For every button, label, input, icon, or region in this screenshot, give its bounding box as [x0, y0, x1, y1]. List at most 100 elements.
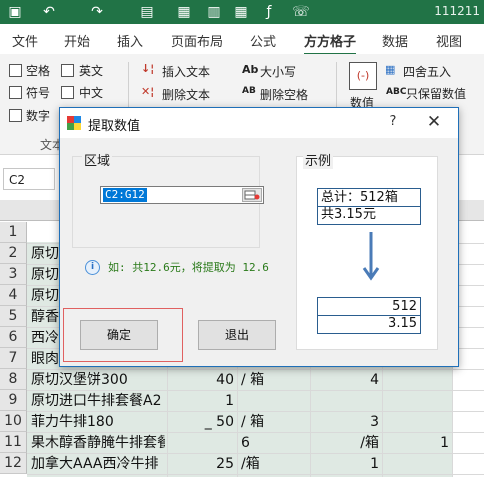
example-label: 示例 — [303, 150, 334, 169]
delete-text-icon: ✕¦ — [141, 85, 155, 98]
row-header[interactable]: 3 — [0, 264, 27, 285]
function-icon[interactable]: ƒ — [260, 3, 278, 21]
checkbox-number[interactable] — [9, 109, 22, 122]
example-before-1: 总计：512箱 — [317, 188, 421, 207]
app-icon — [67, 116, 81, 130]
grid-cell[interactable]: 1 — [168, 391, 234, 412]
grid-cell[interactable]: 25 — [168, 454, 234, 475]
grid-cell[interactable] — [168, 433, 234, 454]
checkbox-number-label: 数字 — [26, 109, 51, 123]
row-header[interactable]: 9 — [0, 390, 27, 411]
grid-cell[interactable]: 原切汉堡饼300 — [31, 370, 165, 391]
table-icon[interactable]: ▥ — [205, 3, 223, 21]
insert-text-icon: ↓¦ — [141, 62, 155, 75]
ok-button[interactable]: 确定 — [80, 320, 158, 350]
area-label: 区域 — [82, 150, 113, 169]
round-button[interactable]: 四舍五入 — [403, 63, 451, 80]
name-box[interactable]: C2 — [3, 168, 55, 190]
round-icon: ▦ — [385, 63, 396, 76]
grid-cell[interactable] — [241, 391, 307, 412]
checkbox-space[interactable] — [9, 64, 22, 77]
range-select-icon — [244, 190, 260, 200]
grid-icon[interactable]: ▦ — [175, 3, 193, 21]
grid-cell[interactable]: /箱 — [241, 454, 307, 475]
tab-fangfang[interactable]: 方方格子 — [304, 31, 357, 55]
extract-value-dialog: 提取数值 ? ✕ 区域 C2:G12 i 如: 共12.6元，将提取为 12.6… — [59, 107, 459, 367]
tab-insert[interactable]: 插入 — [117, 31, 143, 50]
row-header[interactable]: 12 — [0, 453, 27, 474]
title-bar: ▣ ↶ ↷ ▤ ▦ ▥ ▦ ƒ ☏ 111211 — [0, 0, 484, 24]
help-icon[interactable]: ? — [383, 114, 403, 129]
example-after-1: 512 — [317, 297, 421, 316]
range-picker-button[interactable] — [242, 188, 262, 202]
range-input[interactable]: C2:G12 — [100, 186, 264, 204]
grid-cell[interactable]: 6 — [241, 433, 307, 454]
row-header[interactable]: 11 — [0, 432, 27, 453]
save-icon[interactable]: ▣ — [6, 3, 24, 21]
grid-cell[interactable]: / 箱 — [241, 412, 307, 433]
grid-cell[interactable]: /箱 — [311, 433, 379, 454]
checkbox-chinese[interactable] — [61, 86, 74, 99]
case-icon: Ab — [242, 63, 259, 76]
case-button[interactable]: 大小写 — [260, 63, 296, 80]
delete-spaces-button[interactable]: 删除空格 — [260, 86, 308, 103]
keep-value-button[interactable]: 只保留数值 — [406, 85, 466, 102]
delete-spaces-icon: AB — [242, 86, 256, 96]
checkbox-chinese-label: 中文 — [79, 86, 104, 100]
tab-page-layout[interactable]: 页面布局 — [171, 31, 223, 50]
row-header[interactable]: 10 — [0, 411, 27, 432]
checkbox-symbol-label: 符号 — [26, 86, 51, 100]
undo-icon[interactable]: ↶ — [40, 3, 58, 21]
keep-value-icon: ABC — [386, 87, 407, 97]
tab-file[interactable]: 文件 — [12, 31, 38, 50]
checkbox-symbol[interactable] — [9, 86, 22, 99]
range-value: C2:G12 — [103, 188, 147, 202]
row-header[interactable]: 7 — [0, 348, 27, 369]
redo-icon[interactable]: ↷ — [88, 3, 106, 21]
grid-cell[interactable]: 原切进口牛排套餐A2 — [31, 391, 165, 412]
grid-cell[interactable]: 4 — [311, 370, 379, 391]
info-icon: i — [85, 260, 100, 275]
row-header[interactable]: 2 — [0, 243, 27, 264]
grid-cell[interactable]: 菲力牛排180 — [31, 412, 165, 433]
ribbon-tabs: 文件 开始 插入 页面布局 公式 方方格子 数据 视图 — [0, 24, 484, 55]
tab-formulas[interactable]: 公式 — [250, 31, 276, 50]
delete-text-button[interactable]: 删除文本 — [162, 86, 210, 103]
grid-cell[interactable]: 1 — [383, 433, 449, 454]
window-title: 111211 — [434, 4, 480, 18]
checkbox-english[interactable] — [61, 64, 74, 77]
grid-cell[interactable] — [383, 370, 449, 391]
info-text: 如: 共12.6元，将提取为 12.6 — [108, 261, 269, 274]
dialog-titlebar: 提取数值 ? ✕ — [60, 108, 458, 138]
row-header[interactable]: 1 — [0, 222, 27, 243]
tab-data[interactable]: 数据 — [382, 31, 408, 50]
grid-cell[interactable]: 40 — [168, 370, 234, 391]
grid-cell[interactable] — [383, 454, 449, 475]
arrow-down-icon — [362, 232, 380, 281]
insert-text-button[interactable]: 插入文本 — [162, 63, 210, 80]
grid-cell[interactable]: 3 — [311, 412, 379, 433]
grid-cell[interactable] — [383, 412, 449, 433]
value-icon: (-) — [349, 62, 377, 90]
dialog-title: 提取数值 — [88, 119, 141, 134]
exit-button[interactable]: 退出 — [198, 320, 276, 350]
grid-cell[interactable]: 1 — [311, 454, 379, 475]
row-header[interactable]: 4 — [0, 285, 27, 306]
checkbox-english-label: 英文 — [79, 64, 104, 78]
form-icon[interactable]: ▤ — [138, 3, 156, 21]
grid-cell[interactable]: _ 50 — [168, 412, 234, 433]
close-icon[interactable]: ✕ — [422, 112, 446, 132]
grid-cell[interactable]: 加拿大AAA西冷牛排 — [31, 454, 165, 475]
row-header[interactable]: 8 — [0, 369, 27, 390]
row-header[interactable]: 5 — [0, 306, 27, 327]
row-header[interactable]: 6 — [0, 327, 27, 348]
example-after-2: 3.15 — [317, 315, 421, 334]
grid-cell[interactable] — [383, 391, 449, 412]
tab-view[interactable]: 视图 — [436, 31, 462, 50]
grid-cell[interactable] — [311, 391, 379, 412]
tab-home[interactable]: 开始 — [64, 31, 90, 50]
phone-icon[interactable]: ☏ — [292, 3, 310, 21]
sheet-icon[interactable]: ▦ — [232, 3, 250, 21]
grid-cell[interactable]: 果木醇香静腌牛排套餐1.08 — [31, 433, 165, 454]
grid-cell[interactable]: / 箱 — [241, 370, 307, 391]
